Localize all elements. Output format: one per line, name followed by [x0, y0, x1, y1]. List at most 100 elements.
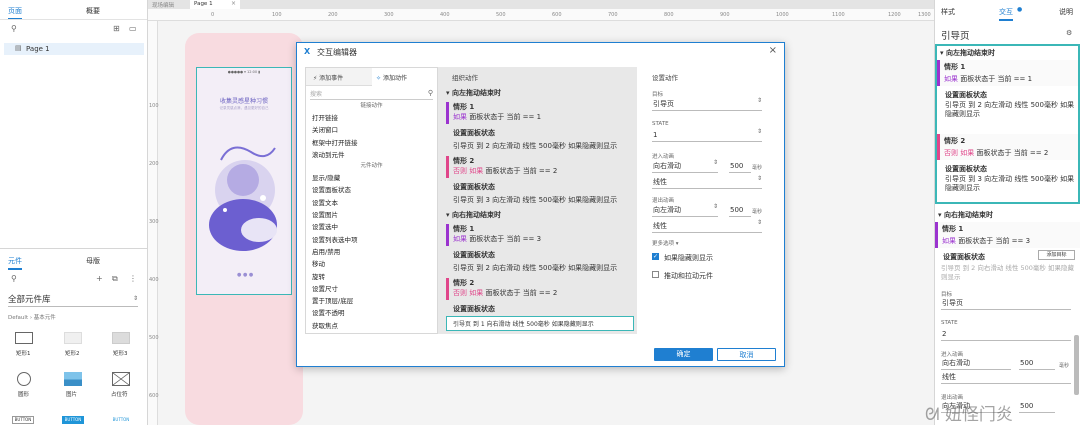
add-page-icon[interactable]: ⊞ [113, 25, 120, 33]
action-item[interactable]: 设置不透明 [306, 307, 437, 319]
action-name[interactable]: 设置面板状态 [446, 128, 634, 138]
search-icon[interactable]: ⚲ [11, 275, 17, 283]
case-block[interactable]: 情形 2 否则 如果 面板状态于 当前 == 2 [937, 134, 1078, 160]
action-name[interactable]: 设置面板状态 [446, 304, 634, 314]
action-item[interactable]: 置于顶层/底层 [306, 295, 437, 307]
in-duration-input[interactable]: 500 [1019, 357, 1055, 370]
action-item[interactable]: 旋转 [306, 271, 437, 283]
action-name[interactable]: 设置面板状态 [945, 164, 987, 174]
action-name[interactable]: 设置面板状态 [945, 90, 987, 100]
event-header[interactable]: ▾ 向左拖动结束时 [940, 48, 995, 58]
placeholder-widget[interactable] [112, 372, 130, 386]
settings-icon[interactable]: ⚙ [1066, 29, 1072, 37]
more-icon[interactable]: ⋮ [129, 275, 137, 283]
close-icon[interactable]: × [231, 0, 236, 7]
tab-widgets[interactable]: 元件 [8, 256, 22, 270]
ok-button[interactable]: 确定 [654, 348, 713, 361]
action-item[interactable]: 关闭窗口 [306, 124, 437, 136]
dynamic-panel[interactable]: ●●●●● ▾ 12:00 ▮ 收集灵感星种习惯 记录灵感点滴，遇见更好的自己 … [196, 67, 292, 295]
tab-notes[interactable]: 说明 [1059, 7, 1073, 17]
action-item[interactable]: 设置选中 [306, 221, 437, 233]
checkbox-show-if-hidden[interactable]: ✓ [652, 253, 659, 260]
action-item[interactable]: 移动 [306, 258, 437, 270]
in-easing-select[interactable]: 线性 [941, 371, 1071, 384]
button-widget[interactable]: BUTTON [12, 416, 34, 424]
action-item[interactable]: 设置图片 [306, 209, 437, 221]
link-button-widget[interactable]: BUTTON [110, 416, 132, 424]
rectangle-1-widget[interactable] [15, 332, 33, 344]
action-detail[interactable]: 引导页 到 2 向右滑动 线性 500毫秒 如果隐藏则显示 [446, 263, 634, 273]
action-item[interactable]: 打开链接 [306, 112, 437, 124]
more-options-toggle[interactable]: 更多选项 ▾ [652, 239, 679, 247]
case-block[interactable]: 情形 1 如果 面板状态于 当前 == 1 [937, 60, 1078, 86]
page-item[interactable]: ▤ Page 1 [4, 43, 144, 55]
tab-live-edit[interactable]: 现场编辑 [152, 1, 174, 9]
out-duration-input[interactable]: 500 [729, 204, 751, 217]
action-detail[interactable]: 引导页 到 2 向左滑动 线性 500毫秒 如果隐藏则显示 [945, 101, 1077, 119]
circle-widget[interactable] [17, 372, 31, 386]
in-duration-input[interactable]: 500 [729, 160, 751, 173]
case-block[interactable]: 情形 2 否则 如果 面板状态于 当前 == 2 [446, 278, 634, 300]
action-item[interactable]: 设置列表选中项 [306, 234, 437, 246]
in-easing-select[interactable]: 线性 ⇕ [652, 176, 762, 189]
action-name[interactable]: 设置面板状态 [446, 250, 634, 260]
event-header[interactable]: ▾ 向右拖动结束时 [446, 210, 634, 220]
state-select[interactable]: 1 ⇕ [652, 129, 762, 142]
action-name[interactable]: 设置面板状态 [943, 252, 985, 262]
widget-label: 占位符 [111, 392, 128, 398]
out-animation-select[interactable]: 向左滑动 ⇕ [652, 204, 718, 217]
case-block[interactable]: 情形 1 如果 面板状态于 当前 == 3 [935, 222, 1080, 248]
rectangle-3-widget[interactable] [112, 332, 130, 344]
case-block[interactable]: 情形 1 如果 面板状态于 当前 == 1 [446, 102, 634, 124]
action-detail[interactable]: 引导页 到 2 向右滑动 线性 500毫秒 如果隐藏则显示 [941, 264, 1077, 282]
state-select[interactable]: 2 [941, 328, 1071, 341]
close-icon[interactable]: × [769, 45, 777, 56]
tab-interactions[interactable]: 交互 [999, 7, 1013, 21]
tab-page1[interactable]: Page 1 × [190, 0, 240, 9]
action-item[interactable]: 显示/隐藏 [306, 172, 437, 184]
in-animation-select[interactable]: 向右滑动 ⇕ [652, 160, 718, 173]
add-library-icon[interactable]: + [96, 275, 103, 283]
target-select[interactable]: 引导页 ⇕ [652, 98, 762, 111]
tab-add-action[interactable]: ✧ 添加动作 [372, 68, 437, 86]
action-item[interactable]: 滚动到元件 [306, 149, 437, 161]
case-block[interactable]: 情形 2 否则 如果 面板状态于 当前 == 2 [446, 156, 634, 178]
library-icon[interactable]: ⧉ [112, 275, 118, 283]
rectangle-2-widget[interactable] [64, 332, 82, 344]
image-icon[interactable] [64, 372, 82, 386]
action-detail-selected[interactable]: 引导页 到 1 向右滑动 线性 500毫秒 如果隐藏则显示 [446, 316, 634, 331]
action-name[interactable]: 设置面板状态 [446, 182, 634, 192]
cancel-button[interactable]: 取消 [717, 348, 776, 361]
event-header[interactable]: ▾ 向左拖动结束时 [446, 88, 634, 98]
checkbox-push-widgets[interactable] [652, 271, 659, 278]
tab-pages[interactable]: 页面 [8, 6, 22, 20]
tab-masters[interactable]: 母版 [86, 256, 100, 266]
event-header[interactable]: ▾ 向右拖动结束时 [938, 210, 993, 220]
case-condition: 面板状态于 当前 == 2 [485, 289, 558, 297]
tab-style[interactable]: 样式 [941, 7, 955, 17]
action-item[interactable]: 启用/禁用 [306, 246, 437, 258]
action-detail[interactable]: 引导页 到 2 向左滑动 线性 500毫秒 如果隐藏则显示 [446, 141, 634, 151]
target-select[interactable]: 引导页 [941, 297, 1071, 310]
tab-add-event[interactable]: ⚡ 添加事件 [313, 73, 343, 82]
case-block[interactable]: 情形 1 如果 面板状态于 当前 == 3 [446, 224, 634, 246]
action-detail[interactable]: 引导页 到 3 向左滑动 线性 500毫秒 如果隐藏则显示 [945, 175, 1077, 193]
scrollbar[interactable] [1074, 335, 1079, 395]
in-animation-select[interactable]: 向右滑动 [941, 357, 1011, 370]
action-search-input[interactable]: 搜索 ⚲ [310, 89, 433, 100]
action-detail[interactable]: 引导页 到 3 向左滑动 线性 500毫秒 如果隐藏则显示 [446, 195, 634, 205]
add-folder-icon[interactable]: ▭ [129, 25, 137, 33]
action-item[interactable]: 框架中打开链接 [306, 137, 437, 149]
primary-button-widget[interactable]: BUTTON [62, 416, 84, 424]
action-item[interactable]: 设置文本 [306, 197, 437, 209]
search-icon[interactable]: ⚲ [11, 25, 17, 33]
out-easing-select[interactable]: 线性 ⇕ [652, 220, 762, 233]
action-item[interactable]: 设置尺寸 [306, 283, 437, 295]
tab-outline[interactable]: 概要 [86, 6, 100, 16]
action-item[interactable]: 获取焦点 [306, 320, 437, 332]
out-duration-input[interactable]: 500 [1019, 400, 1055, 413]
library-select[interactable]: 全部元件库 ⇕ [8, 293, 138, 307]
action-item[interactable]: 设置面板状态 [306, 184, 437, 196]
event-group-left-drag[interactable]: ▾ 向左拖动结束时 情形 1 如果 面板状态于 当前 == 1 设置面板状态 引… [935, 44, 1080, 204]
add-target-button[interactable]: 添加目标 [1038, 250, 1075, 260]
